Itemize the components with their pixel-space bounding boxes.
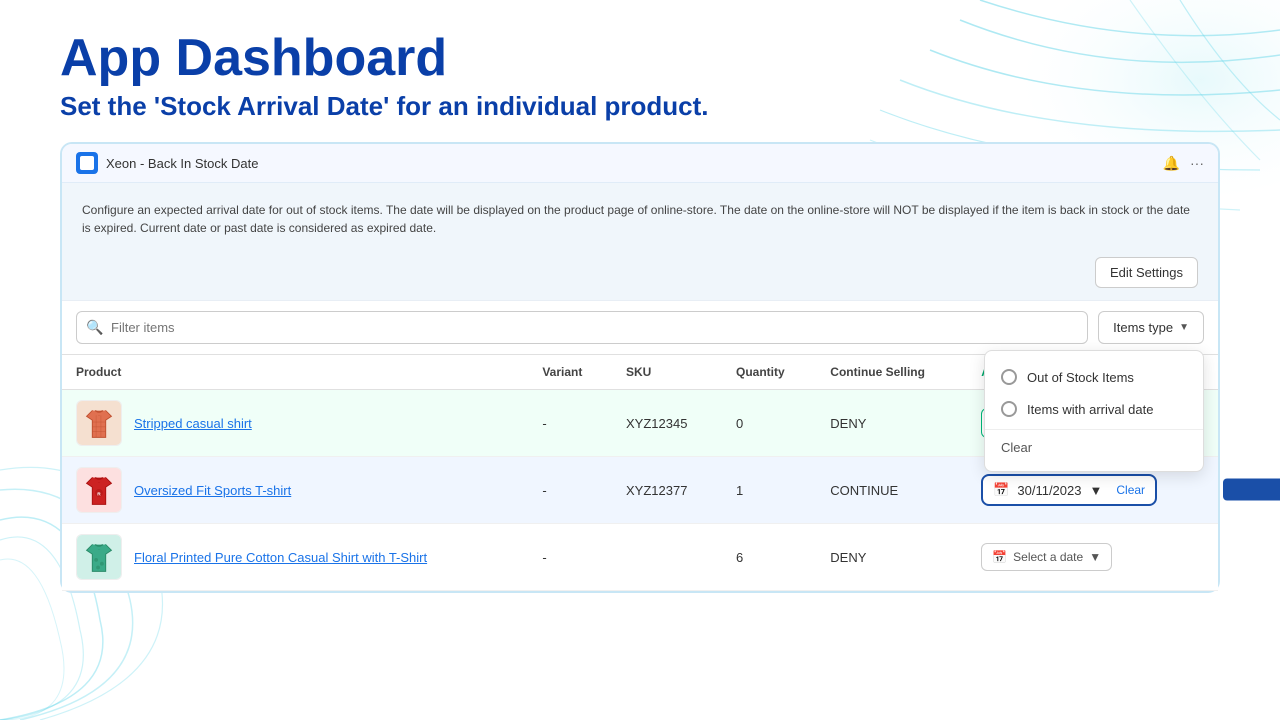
page-title: App Dashboard [60,30,1220,87]
header: App Dashboard Set the 'Stock Arrival Dat… [0,0,1280,142]
variant-cell-1: - [528,390,612,457]
radio-with-arrival[interactable] [1001,401,1017,417]
select-date-button-3[interactable]: 📅 Select a date ▼ [981,543,1112,571]
product-image-3 [76,534,122,580]
items-type-label: Items type [1113,320,1173,335]
date-value-2: 30/11/2023 [1017,483,1081,498]
table-container: 🔍 Items type ▼ Out of Stock Items Items … [62,300,1218,591]
app-content-area: Configure an expected arrival date for o… [62,183,1218,300]
variant-cell-3: - [528,524,612,591]
titlebar-right: 🔔 ··· [1163,155,1204,172]
filter-bar: 🔍 Items type ▼ [62,300,1218,354]
table-row: Floral Printed Pure Cotton Casual Shirt … [62,524,1218,591]
chevron-down-icon: ▼ [1179,322,1189,333]
select-date-label: Select a date [1013,550,1083,564]
continue-selling-cell-2: CONTINUE [816,457,967,524]
items-type-button[interactable]: Items type ▼ [1098,311,1204,344]
dropdown-option-arrival-label: Items with arrival date [1027,402,1153,417]
calendar-icon-2: 📅 [993,482,1009,498]
dropdown-option-with-arrival[interactable]: Items with arrival date [985,393,1203,425]
product-cell-inner-2: R Oversized Fit Sports T-shirt [76,467,514,513]
col-header-variant: Variant [528,355,612,390]
filter-container: 🔍 Items type ▼ Out of Stock Items Items … [62,300,1218,354]
window-app-icon [76,152,98,174]
date-chevron-2: ▼ [1089,483,1102,498]
quantity-cell-1: 0 [722,390,816,457]
date-picker-highlighted-2[interactable]: 📅 30/11/2023 ▼ Clear [981,474,1157,506]
settings-bar: Edit Settings [82,249,1198,300]
sku-cell-2: XYZ12377 [612,457,722,524]
svg-text:R: R [97,492,101,498]
product-cell-1: Stripped casual shirt [62,390,528,457]
search-icon: 🔍 [86,319,103,336]
app-window: Xeon - Back In Stock Date 🔔 ··· Configur… [60,142,1220,593]
search-wrapper: 🔍 [76,311,1088,344]
variant-cell-2: - [528,457,612,524]
col-header-continue-selling: Continue Selling [816,355,967,390]
product-link-2[interactable]: Oversized Fit Sports T-shirt [134,483,291,498]
col-header-sku: SKU [612,355,722,390]
col-header-quantity: Quantity [722,355,816,390]
product-cell-3: Floral Printed Pure Cotton Casual Shirt … [62,524,528,591]
more-options-icon[interactable]: ··· [1190,155,1204,171]
product-link-3[interactable]: Floral Printed Pure Cotton Casual Shirt … [134,550,427,565]
quantity-cell-2: 1 [722,457,816,524]
page-subtitle: Set the 'Stock Arrival Date' for an indi… [60,91,1220,122]
items-type-dropdown: Out of Stock Items Items with arrival da… [984,350,1204,472]
product-link-1[interactable]: Stripped casual shirt [134,416,252,431]
edit-settings-button[interactable]: Edit Settings [1095,257,1198,288]
window-titlebar: Xeon - Back In Stock Date 🔔 ··· [62,144,1218,183]
product-cell-2: R Oversized Fit Sports T-shirt [62,457,528,524]
titlebar-left: Xeon - Back In Stock Date [76,152,258,174]
clear-date-link-2[interactable]: Clear [1116,483,1145,497]
arrow-indicator [1223,469,1280,512]
product-cell-inner-1: Stripped casual shirt [76,400,514,446]
continue-selling-cell-1: DENY [816,390,967,457]
product-image-2: R [76,467,122,513]
search-input[interactable] [76,311,1088,344]
window-title: Xeon - Back In Stock Date [106,156,258,171]
window-icon-inner [80,156,94,170]
product-cell-inner-3: Floral Printed Pure Cotton Casual Shirt … [76,534,514,580]
calendar-icon-3: 📅 [992,550,1007,564]
dropdown-option-out-of-stock[interactable]: Out of Stock Items [985,361,1203,393]
col-header-product: Product [62,355,528,390]
date-chevron-3: ▼ [1089,550,1101,564]
continue-selling-cell-3: DENY [816,524,967,591]
dropdown-option-out-of-stock-label: Out of Stock Items [1027,370,1134,385]
sku-cell-1: XYZ12345 [612,390,722,457]
info-description: Configure an expected arrival date for o… [82,201,1198,249]
radio-out-of-stock[interactable] [1001,369,1017,385]
product-image-1 [76,400,122,446]
quantity-cell-3: 6 [722,524,816,591]
dropdown-clear-button[interactable]: Clear [985,434,1203,461]
dropdown-divider [985,429,1203,430]
sku-cell-3 [612,524,722,591]
arriving-cell-3: 📅 Select a date ▼ [967,524,1218,591]
notification-icon[interactable]: 🔔 [1163,155,1180,172]
